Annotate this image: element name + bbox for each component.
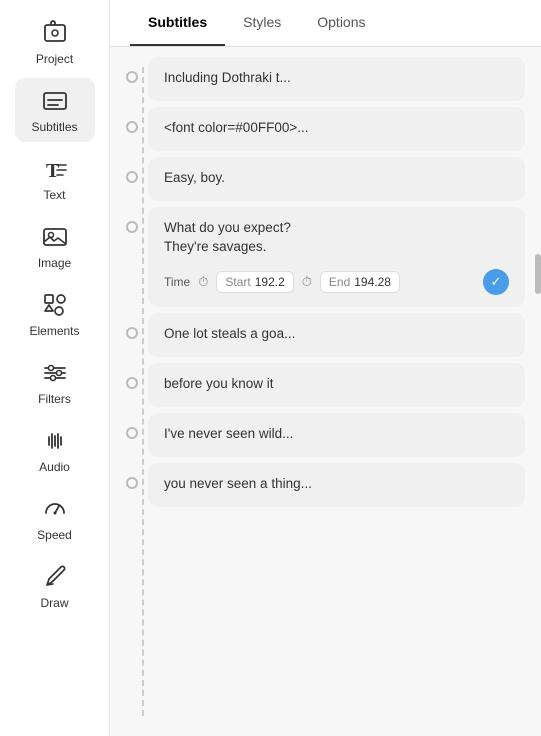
project-icon [40,18,70,48]
sidebar-item-image-label: Image [38,256,71,270]
sidebar-item-elements[interactable]: Elements [15,282,95,346]
timeline-dot [126,71,138,83]
start-time-input[interactable]: Start 192.2 [216,271,293,293]
check-button[interactable]: ✓ [483,269,509,295]
subtitle-text-5: One lot steals a goa... [164,325,509,344]
sidebar-item-audio-label: Audio [39,460,70,474]
subtitle-card-6[interactable]: before you know it [148,363,525,407]
elements-icon [40,290,70,320]
end-time-input[interactable]: End 194.28 [320,271,400,293]
subtitle-text-6: before you know it [164,375,509,394]
audio-icon [40,426,70,456]
subtitle-text-8: you never seen a thing... [164,475,509,494]
subtitle-row: you never seen a thing... [126,463,525,507]
clock-icon-start: ⏱ [198,274,208,290]
sidebar-item-text-label: Text [43,188,65,202]
subtitle-card-5[interactable]: One lot steals a goa... [148,313,525,357]
sidebar-item-speed[interactable]: Speed [15,486,95,550]
sidebar-item-image[interactable]: Image [15,214,95,278]
subtitle-card-3[interactable]: Easy, boy. [148,157,525,201]
subtitle-card-7[interactable]: I've never seen wild... [148,413,525,457]
time-label: Time [164,275,190,289]
subtitle-row: One lot steals a goa... [126,313,525,357]
subtitle-row-active: What do you expect? They're savages. Tim… [126,207,525,307]
draw-icon [40,562,70,592]
timeline-dot [126,477,138,489]
end-value: 194.28 [354,275,391,289]
sidebar: Project Subtitles T Text [0,0,110,736]
subtitle-text-2: <font color=#00FF00>... [164,119,509,138]
clock-icon-end: ⏱ [302,274,312,290]
tab-subtitles[interactable]: Subtitles [130,0,225,46]
scroll-indicator[interactable] [535,254,541,294]
sidebar-item-project-label: Project [36,52,73,66]
svg-text:T: T [46,160,60,182]
timeline-dot [126,121,138,133]
card-footer: Time ⏱ Start 192.2 ⏱ End 194.28 ✓ [164,269,509,295]
subtitle-text-1: Including Dothraki t... [164,69,509,88]
subtitle-card-1[interactable]: Including Dothraki t... [148,57,525,101]
sidebar-item-filters[interactable]: Filters [15,350,95,414]
subtitle-row: before you know it [126,363,525,407]
subtitle-list: Including Dothraki t... <font color=#00F… [110,47,541,736]
speed-icon [40,494,70,524]
subtitle-row: Including Dothraki t... [126,57,525,101]
sidebar-item-elements-label: Elements [29,324,79,338]
timeline-dot [126,327,138,339]
image-icon [40,222,70,252]
sidebar-item-audio[interactable]: Audio [15,418,95,482]
start-label: Start [225,275,250,289]
tabs-bar: Subtitles Styles Options [110,0,541,47]
subtitle-text-7: I've never seen wild... [164,425,509,444]
sidebar-item-speed-label: Speed [37,528,72,542]
subtitle-card-4[interactable]: What do you expect? They're savages. Tim… [148,207,525,307]
subtitle-row: <font color=#00FF00>... [126,107,525,151]
sidebar-item-subtitles-label: Subtitles [31,120,77,134]
subtitle-row: Easy, boy. [126,157,525,201]
main-panel: Subtitles Styles Options Including Dothr… [110,0,541,736]
timeline-dot [126,377,138,389]
subtitle-text-3: Easy, boy. [164,169,509,188]
end-label: End [329,275,350,289]
subtitles-icon [40,86,70,116]
tab-options[interactable]: Options [299,0,383,46]
tab-styles[interactable]: Styles [225,0,299,46]
timeline-dot [126,427,138,439]
timeline-dot [126,171,138,183]
sidebar-item-filters-label: Filters [38,392,71,406]
sidebar-item-draw[interactable]: Draw [15,554,95,618]
subtitle-card-2[interactable]: <font color=#00FF00>... [148,107,525,151]
sidebar-item-project[interactable]: Project [15,10,95,74]
sidebar-item-text[interactable]: T Text [15,146,95,210]
subtitle-text-4: What do you expect? They're savages. [164,219,509,257]
text-icon: T [40,154,70,184]
subtitle-card-8[interactable]: you never seen a thing... [148,463,525,507]
filters-icon [40,358,70,388]
subtitle-row: I've never seen wild... [126,413,525,457]
start-value: 192.2 [255,275,285,289]
sidebar-item-subtitles[interactable]: Subtitles [15,78,95,142]
sidebar-item-draw-label: Draw [40,596,68,610]
timeline-dot [126,221,138,233]
